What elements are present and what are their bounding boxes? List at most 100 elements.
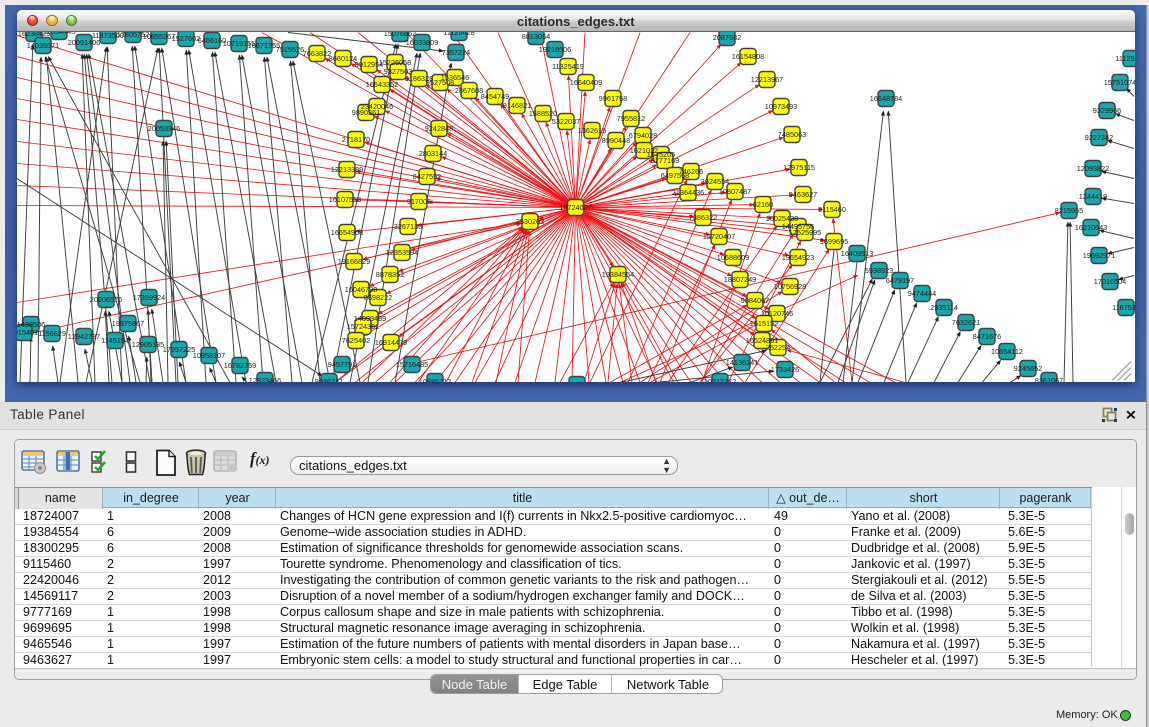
svg-text:6794028: 6794028 <box>629 131 657 140</box>
svg-text:2803144: 2803144 <box>419 149 447 158</box>
svg-text:9961758: 9961758 <box>599 94 627 103</box>
svg-text:16409513: 16409513 <box>841 249 873 258</box>
svg-text:8878352: 8878352 <box>376 270 404 279</box>
svg-text:1156829: 1156829 <box>38 329 66 338</box>
svg-text:9084067: 9084067 <box>741 296 769 305</box>
svg-text:9036741: 9036741 <box>315 377 343 382</box>
svg-text:1615152: 1615152 <box>750 319 778 328</box>
svg-text:15226058: 15226058 <box>379 58 411 67</box>
svg-text:7357224: 7357224 <box>442 48 470 57</box>
svg-text:10654112: 10654112 <box>991 347 1023 356</box>
svg-text:15751074: 15751074 <box>1104 78 1135 87</box>
svg-text:12975115: 12975115 <box>783 163 815 172</box>
svg-text:14136141: 14136141 <box>726 358 758 367</box>
svg-text:252254: 252254 <box>766 343 790 352</box>
svg-text:12213967: 12213967 <box>751 75 783 84</box>
svg-text:1244419: 1244419 <box>1079 192 1107 201</box>
svg-text:19975867: 19975867 <box>112 319 144 328</box>
svg-text:10688609: 10688609 <box>717 253 749 262</box>
svg-text:10120746: 10120746 <box>761 309 793 318</box>
svg-text:20206576: 20206576 <box>90 295 122 304</box>
svg-text:18724007: 18724007 <box>559 203 591 212</box>
svg-text:12923466: 12923466 <box>249 376 281 382</box>
svg-text:18807249: 18807249 <box>724 275 756 284</box>
svg-text:1362615: 1362615 <box>578 126 606 135</box>
svg-text:1167534: 1167534 <box>1112 303 1134 312</box>
svg-text:62160: 62160 <box>753 200 773 209</box>
svg-text:9457791: 9457791 <box>328 360 356 369</box>
svg-text:12942737: 12942737 <box>68 332 100 341</box>
svg-text:746266: 746266 <box>679 167 703 176</box>
svg-text:16648784: 16648784 <box>870 94 902 103</box>
svg-text:7663822: 7663822 <box>303 49 331 58</box>
svg-text:12054443: 12054443 <box>43 32 75 36</box>
svg-text:9699695: 9699695 <box>820 237 848 246</box>
svg-text:5938923: 5938923 <box>865 266 893 275</box>
svg-text:7386322: 7386322 <box>689 213 717 222</box>
svg-text:17957225: 17957225 <box>163 345 195 354</box>
svg-text:3915401: 3915401 <box>17 328 38 337</box>
svg-text:1733426: 1733426 <box>771 365 799 374</box>
svg-text:6479197: 6479197 <box>886 276 914 285</box>
svg-text:10212742: 10212742 <box>704 377 736 382</box>
svg-text:10807487: 10807487 <box>719 187 751 196</box>
svg-text:16654908: 16654908 <box>331 228 363 237</box>
svg-text:11125419: 11125419 <box>1115 54 1134 63</box>
svg-text:8454749: 8454749 <box>481 92 509 101</box>
svg-text:15724301: 15724301 <box>347 322 379 331</box>
svg-text:15716485: 15716485 <box>396 360 428 369</box>
svg-text:19384554: 19384554 <box>602 270 634 279</box>
svg-text:3624554: 3624554 <box>701 177 729 186</box>
svg-text:16782759: 16782759 <box>224 361 256 370</box>
svg-text:14035571: 14035571 <box>27 41 59 50</box>
svg-text:11125428: 11125428 <box>443 32 474 37</box>
svg-text:10973493: 10973493 <box>765 102 797 111</box>
svg-text:19166829: 19166829 <box>338 257 370 266</box>
svg-text:16107553: 16107553 <box>329 195 361 204</box>
svg-text:8427552: 8427552 <box>413 172 441 181</box>
svg-text:16543352: 16543352 <box>366 80 398 89</box>
svg-text:1145194: 1145194 <box>101 336 129 345</box>
svg-text:10756928: 10756928 <box>774 282 806 291</box>
svg-text:12093822: 12093822 <box>1077 164 1109 173</box>
svg-text:19692971: 19692971 <box>1083 251 1115 260</box>
svg-text:7955812: 7955812 <box>617 114 645 123</box>
svg-text:23420046: 23420046 <box>361 102 393 111</box>
svg-text:10985212: 10985212 <box>419 377 451 382</box>
svg-text:8698222: 8698222 <box>364 293 392 302</box>
svg-text:15720407: 15720407 <box>703 232 735 241</box>
svg-text:16640409: 16640409 <box>570 78 602 87</box>
svg-text:9777169: 9777169 <box>651 156 679 165</box>
svg-text:3267130: 3267130 <box>394 222 422 231</box>
svg-text:2718170: 2718170 <box>342 135 370 144</box>
svg-text:10855267: 10855267 <box>143 32 175 41</box>
svg-text:1053859: 1053859 <box>563 380 591 382</box>
svg-text:1536546: 1536546 <box>441 73 469 82</box>
svg-text:8215955: 8215955 <box>1055 206 1083 215</box>
svg-text:17359924: 17359924 <box>133 293 165 302</box>
svg-text:9227342: 9227342 <box>1085 133 1113 142</box>
svg-text:2530203: 2530203 <box>516 217 544 226</box>
svg-text:16210643: 16210643 <box>1075 223 1107 232</box>
svg-text:17525995: 17525995 <box>789 228 821 237</box>
svg-text:7485063: 7485063 <box>778 130 806 139</box>
svg-text:2935114: 2935114 <box>930 303 958 312</box>
svg-text:9329966: 9329966 <box>1093 106 1121 115</box>
svg-text:2867608: 2867608 <box>455 86 483 95</box>
svg-text:21364436: 21364436 <box>672 188 704 197</box>
svg-text:11325419: 11325419 <box>552 62 584 71</box>
svg-text:20053346: 20053346 <box>148 124 180 133</box>
svg-text:16033809: 16033809 <box>406 38 438 47</box>
svg-text:8660124: 8660124 <box>329 54 357 63</box>
svg-text:9463627: 9463627 <box>789 190 817 199</box>
svg-text:9115460: 9115460 <box>818 205 846 214</box>
svg-text:9474444: 9474444 <box>908 289 936 298</box>
svg-text:5322037: 5322037 <box>552 117 580 126</box>
svg-text:7632621: 7632621 <box>952 318 980 327</box>
svg-text:8990448: 8990448 <box>602 136 630 145</box>
svg-text:17016504: 17016504 <box>1094 277 1126 286</box>
svg-text:9146821: 9146821 <box>503 101 531 110</box>
svg-text:16154808: 16154808 <box>732 52 764 61</box>
svg-text:16914479: 16914479 <box>375 338 407 347</box>
svg-text:19218506: 19218506 <box>539 45 571 54</box>
